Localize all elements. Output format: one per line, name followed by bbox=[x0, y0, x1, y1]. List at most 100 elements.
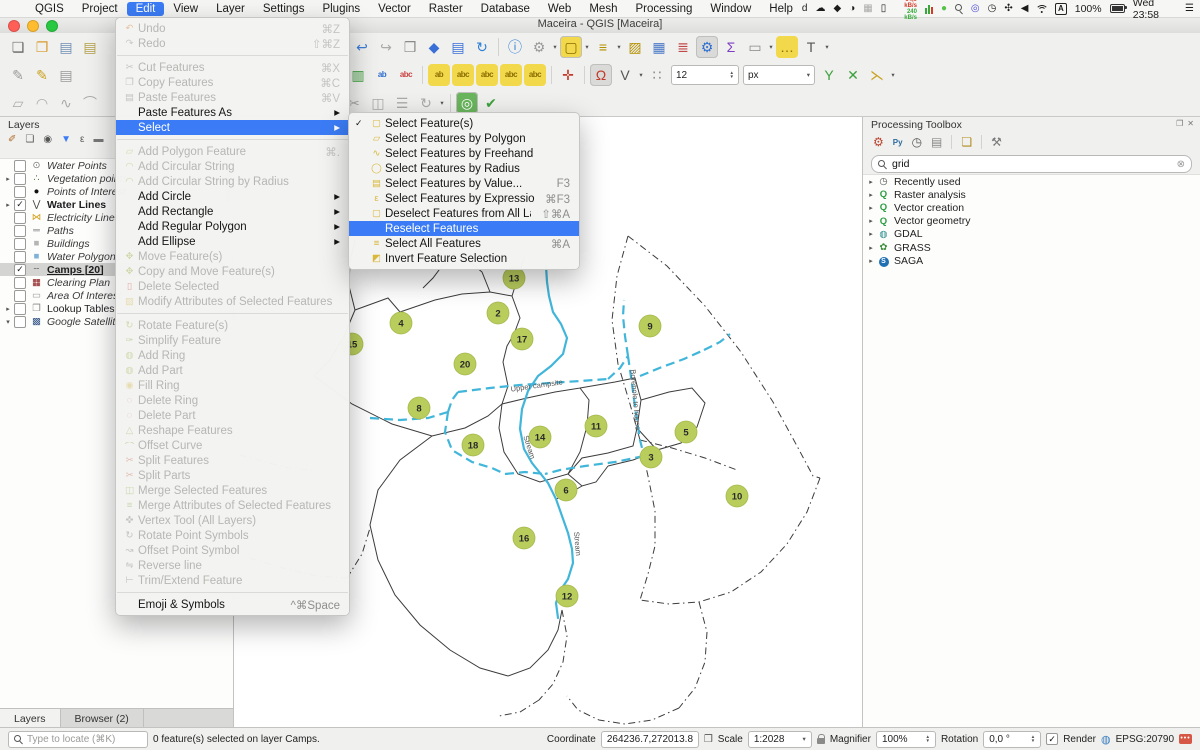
labeling-off[interactable]: abc bbox=[395, 64, 417, 86]
select-menu-item-reselect-features[interactable]: Reselect Features bbox=[349, 221, 579, 236]
edit-menu-item-paste-features[interactable]: ▤Paste Features⌘V bbox=[116, 90, 349, 105]
edit-menu-item-add-ellipse[interactable]: Add Ellipse▶ bbox=[116, 234, 349, 249]
chevron-down-icon[interactable]: ▾ bbox=[767, 43, 775, 51]
history-icon[interactable]: ◷ bbox=[912, 135, 922, 149]
avoid-intersections[interactable]: ✕ bbox=[842, 64, 864, 86]
edit-menu-item-add-ring[interactable]: ◍Add Ring bbox=[116, 348, 349, 363]
edit-menu-item-offset-point-symbol[interactable]: ↝Offset Point Symbol bbox=[116, 543, 349, 558]
snapping-type[interactable]: ∷ bbox=[646, 64, 668, 86]
chevron-down-icon[interactable]: ▾ bbox=[637, 71, 645, 79]
float-panel-icon[interactable]: ❐ bbox=[1176, 119, 1183, 128]
locate-input[interactable]: Type to locate (⌘K) bbox=[8, 731, 148, 748]
menubar-item-processing[interactable]: Processing bbox=[626, 2, 701, 16]
map-tips[interactable]: … bbox=[776, 36, 798, 58]
label-highlight[interactable]: abc bbox=[452, 64, 474, 86]
wifi-icon[interactable] bbox=[1036, 4, 1047, 13]
layer-checkbox[interactable]: ✓ bbox=[14, 264, 26, 276]
expand-icon[interactable]: ▸ bbox=[3, 201, 13, 209]
messages-icon[interactable]: ••• bbox=[1179, 734, 1192, 744]
edit-menu-item-rotate-feature-s[interactable]: ↻Rotate Feature(s) bbox=[116, 318, 349, 333]
toolbox-group-raster-analysis[interactable]: ▸QRaster analysis bbox=[863, 188, 1200, 201]
open-attribute-table[interactable]: ▦ bbox=[648, 36, 670, 58]
menubar-item-mesh[interactable]: Mesh bbox=[580, 2, 626, 16]
menubar-item-window[interactable]: Window bbox=[701, 2, 760, 16]
menubar-item-qgis[interactable]: QGIS bbox=[26, 2, 73, 16]
browser-icon[interactable]: ◎ bbox=[971, 4, 980, 14]
edit-menu-item-rotate-point-symbols[interactable]: ↻Rotate Point Symbols bbox=[116, 528, 349, 543]
dock-tab-browser-2[interactable]: Browser (2) bbox=[61, 709, 144, 728]
stepper-icon[interactable]: ▲▼ bbox=[726, 71, 734, 80]
options-wrench-icon[interactable]: ⚒ bbox=[991, 135, 1002, 149]
scale-select[interactable]: 1:2028 ▾ bbox=[748, 731, 812, 748]
deselect-features[interactable]: ▨ bbox=[624, 36, 646, 58]
select-menu-item-deselect-features-from-all-layers[interactable]: ▢Deselect Features from All Layers⇧⌘A bbox=[349, 206, 579, 221]
new-map-view[interactable]: ❒ bbox=[399, 36, 421, 58]
menubar-item-plugins[interactable]: Plugins bbox=[313, 2, 369, 16]
select-features[interactable]: ▢ bbox=[560, 36, 582, 58]
select-menu-item-select-all-features[interactable]: ≡Select All Features⌘A bbox=[349, 236, 579, 251]
cloud-icon[interactable]: ☁ bbox=[815, 4, 825, 14]
edit-menu-item-copy-features[interactable]: ❐Copy Features⌘C bbox=[116, 75, 349, 90]
advanced-digitizing[interactable]: ✛ bbox=[557, 64, 579, 86]
histogram-stretch[interactable]: ▥ bbox=[347, 64, 369, 86]
clear-search-icon[interactable]: ⊗ bbox=[1177, 159, 1185, 170]
merge-attributes[interactable]: ☰ bbox=[391, 92, 413, 114]
project-save[interactable]: ▤ bbox=[55, 36, 77, 58]
project-open[interactable]: ❐ bbox=[31, 36, 53, 58]
zoom-to-selection[interactable]: ◎ bbox=[456, 92, 478, 114]
toolbox-group-vector-creation[interactable]: ▸QVector creation bbox=[863, 201, 1200, 214]
edit-menu-item-paste-features-as[interactable]: Paste Features As▶ bbox=[116, 105, 349, 120]
crs-globe-icon[interactable]: ◍ bbox=[1101, 733, 1111, 746]
menubar-item-vector[interactable]: Vector bbox=[369, 2, 420, 16]
spotlight-icon[interactable] bbox=[955, 4, 963, 13]
processing-gears-icon[interactable]: ⚙ bbox=[873, 135, 884, 149]
select-menu-item-select-features-by-freehand[interactable]: ∿Select Features by Freehand bbox=[349, 146, 579, 161]
menu-lines-icon[interactable]: ☰ bbox=[1185, 4, 1194, 14]
layer-checkbox[interactable]: ✓ bbox=[14, 199, 26, 211]
edit-menu-item-trim-extend-feature[interactable]: ⊢Trim/Extend Feature bbox=[116, 573, 349, 588]
lock-scale-icon[interactable] bbox=[817, 738, 825, 744]
render-checkbox[interactable]: ✓ bbox=[1046, 733, 1058, 745]
labeling-options[interactable]: ab bbox=[371, 64, 393, 86]
close-panel-icon[interactable]: ✕ bbox=[1187, 119, 1194, 128]
expand-icon[interactable]: ▸ bbox=[3, 305, 13, 313]
expand-icon[interactable]: ▾ bbox=[3, 318, 13, 326]
expand-icon[interactable]: ▸ bbox=[866, 178, 876, 186]
expand-icon[interactable]: ▸ bbox=[866, 244, 876, 252]
edit-menu-item-add-part[interactable]: ◍Add Part bbox=[116, 363, 349, 378]
menubar-item-help[interactable]: Help bbox=[760, 2, 802, 16]
edit-features-in-place-icon[interactable]: ❏ bbox=[961, 135, 972, 149]
docker-icon[interactable]: d bbox=[802, 4, 808, 14]
expand-icon[interactable]: ▸ bbox=[866, 257, 876, 265]
zoom-last[interactable]: ↩ bbox=[351, 36, 373, 58]
layer-checkbox[interactable] bbox=[14, 277, 26, 289]
toolbox-group-grass[interactable]: ▸✿GRASS bbox=[863, 241, 1200, 254]
menubar-item-settings[interactable]: Settings bbox=[254, 2, 314, 16]
package-icon[interactable]: ◆ bbox=[833, 4, 841, 14]
expand-icon[interactable]: ▸ bbox=[866, 217, 876, 225]
menubar-item-web[interactable]: Web bbox=[539, 2, 580, 16]
shape-digitize-4[interactable]: ⌒ bbox=[79, 92, 101, 114]
remove-layer-icon[interactable]: ▬ bbox=[93, 134, 103, 145]
statistical-summary[interactable]: Σ bbox=[720, 36, 742, 58]
edit-menu-item-offset-curve[interactable]: ⌒Offset Curve bbox=[116, 438, 349, 453]
select-features-by-form[interactable]: ≡ bbox=[592, 36, 614, 58]
edit-menu-item-reshape-features[interactable]: △Reshape Features bbox=[116, 423, 349, 438]
zoom-next[interactable]: ↪ bbox=[375, 36, 397, 58]
edit-menu-item-simplify-feature[interactable]: ✑Simplify Feature bbox=[116, 333, 349, 348]
chevron-down-icon[interactable]: ▾ bbox=[823, 43, 831, 51]
layer-checkbox[interactable] bbox=[14, 160, 26, 172]
edit-menu-item-delete-selected[interactable]: ▯Delete Selected bbox=[116, 279, 349, 294]
edit-menu-item-undo[interactable]: ↶Undo⌘Z bbox=[116, 21, 349, 36]
stepper-icon[interactable]: ▲▼ bbox=[921, 735, 929, 744]
select-menu-item-select-features-by-value[interactable]: ▤Select Features by Value...F3 bbox=[349, 176, 579, 191]
edit-menu-item-delete-part[interactable]: ◌Delete Part bbox=[116, 408, 349, 423]
edit-menu-item-add-polygon-feature[interactable]: ▱Add Polygon Feature⌘. bbox=[116, 144, 349, 159]
tracing[interactable]: ⋋ bbox=[866, 64, 888, 86]
measure-line[interactable]: ▭ bbox=[744, 36, 766, 58]
edit-menu-item-add-circle[interactable]: Add Circle▶ bbox=[116, 189, 349, 204]
magnifier-input[interactable]: 100% ▲▼ bbox=[876, 731, 936, 748]
shape-digitize-3[interactable]: ∿ bbox=[55, 92, 77, 114]
stepper-icon[interactable]: ▲▼ bbox=[1027, 735, 1035, 744]
expand-icon[interactable]: ▸ bbox=[866, 191, 876, 199]
